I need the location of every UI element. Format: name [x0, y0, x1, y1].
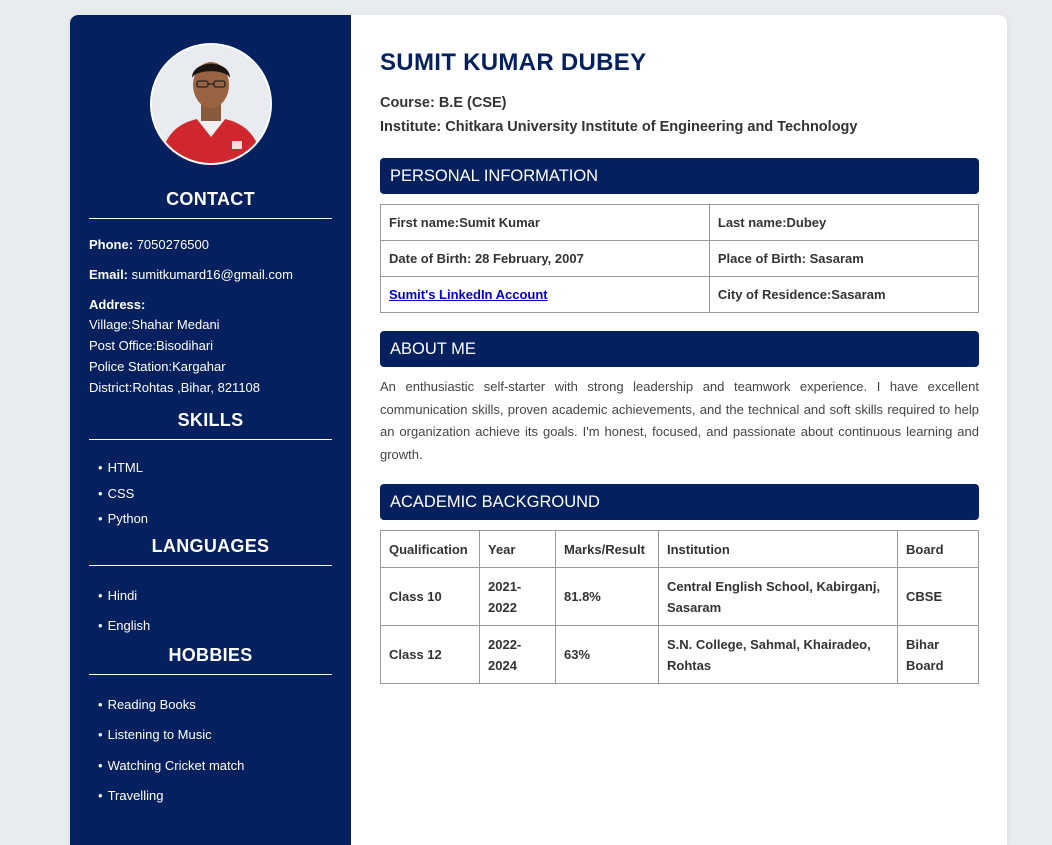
city-cell: City of Residence:Sasaram: [708, 276, 980, 313]
languages-heading: LANGUAGES: [89, 536, 332, 566]
table-cell: Class 12: [380, 625, 480, 684]
main-content: SUMIT KUMAR DUBEY Course: B.E (CSE) Inst…: [351, 15, 1007, 845]
last-name-cell: Last name:Dubey: [708, 204, 980, 241]
hobby-item: Reading Books: [98, 690, 332, 721]
email-value: sumitkumard16@gmail.com: [131, 267, 293, 282]
address-line: District:Rohtas ,Bihar, 821108: [89, 380, 261, 395]
institute-line: Institute: Chitkara University Institute…: [380, 119, 858, 135]
table-row: First name:Sumit Kumar Last name:Dubey: [380, 204, 980, 241]
skills-heading: SKILLS: [89, 410, 332, 440]
hobbies-list: Reading Books Listening to Music Watchin…: [89, 690, 332, 812]
contact-heading: CONTACT: [89, 189, 332, 219]
about-text: An enthusiastic self-starter with strong…: [380, 379, 979, 462]
table-cell: Bihar Board: [897, 625, 979, 684]
hobbies-heading: HOBBIES: [89, 645, 332, 675]
page-title: SUMIT KUMAR DUBEY: [380, 49, 647, 76]
hobby-item: Travelling: [98, 781, 332, 812]
academic-table: Qualification Year Marks/Result Institut…: [380, 530, 979, 684]
pob-cell: Place of Birth: Sasaram: [708, 240, 980, 277]
about-heading: ABOUT ME: [380, 331, 979, 367]
table-cell: Class 10: [380, 567, 480, 626]
phone-line: Phone: 7050276500: [89, 236, 332, 254]
academic-heading: ACADEMIC BACKGROUND: [380, 484, 979, 520]
skill-item: Python: [98, 506, 332, 532]
address-label: Address:: [89, 297, 146, 312]
address-lines: Village:Shahar Medani Post Office:Bisodi…: [89, 314, 332, 398]
language-item: Hindi: [98, 581, 332, 611]
address-line: Police Station:Kargahar: [89, 359, 226, 374]
linkedin-link[interactable]: Sumit's LinkedIn Account: [389, 287, 548, 302]
email-label: Email:: [89, 267, 129, 282]
skills-list: HTML CSS Python: [89, 455, 332, 532]
language-item: English: [98, 611, 332, 641]
table-row: Date of Birth: 28 February, 2007 Place o…: [380, 240, 980, 277]
resume-card: CONTACT Phone: 7050276500 Email: sumitku…: [70, 15, 1007, 845]
table-cell: 81.8%: [555, 567, 659, 626]
linkedin-cell: Sumit's LinkedIn Account: [380, 276, 710, 313]
column-header: Board: [897, 530, 979, 568]
hobby-item: Listening to Music: [98, 720, 332, 751]
dob-cell: Date of Birth: 28 February, 2007: [380, 240, 710, 277]
column-header: Institution: [658, 530, 898, 568]
table-header-row: Qualification Year Marks/Result Institut…: [380, 530, 979, 568]
table-cell: CBSE: [897, 567, 979, 626]
sidebar: CONTACT Phone: 7050276500 Email: sumitku…: [70, 15, 351, 845]
course-line: Course: B.E (CSE): [380, 95, 507, 111]
first-name-cell: First name:Sumit Kumar: [380, 204, 710, 241]
table-cell: Central English School, Kabirganj, Sasar…: [658, 567, 898, 626]
column-header: Marks/Result: [555, 530, 659, 568]
phone-label: Phone:: [89, 237, 134, 252]
table-row: Class 12 2022-2024 63% S.N. College, Sah…: [380, 625, 979, 684]
table-cell: 2022-2024: [479, 625, 556, 684]
column-header: Year: [479, 530, 556, 568]
table-cell: S.N. College, Sahmal, Khairadeo, Rohtas: [658, 625, 898, 684]
personal-info-table: First name:Sumit Kumar Last name:Dubey D…: [380, 204, 980, 313]
email-line: Email: sumitkumard16@gmail.com: [89, 266, 332, 284]
skill-item: HTML: [98, 455, 332, 481]
skill-item: CSS: [98, 481, 332, 507]
personal-info-heading: PERSONAL INFORMATION: [380, 158, 979, 194]
address-line: Village:Shahar Medani: [89, 317, 220, 332]
table-cell: 2021-2022: [479, 567, 556, 626]
table-cell: 63%: [555, 625, 659, 684]
column-header: Qualification: [380, 530, 480, 568]
table-row: Sumit's LinkedIn Account City of Residen…: [380, 276, 980, 313]
phone-value: 7050276500: [136, 237, 209, 252]
hobby-item: Watching Cricket match: [98, 751, 332, 782]
profile-photo: [149, 43, 272, 165]
table-row: Class 10 2021-2022 81.8% Central English…: [380, 567, 979, 626]
address-line: Post Office:Bisodihari: [89, 338, 214, 353]
languages-list: Hindi English: [89, 581, 332, 641]
